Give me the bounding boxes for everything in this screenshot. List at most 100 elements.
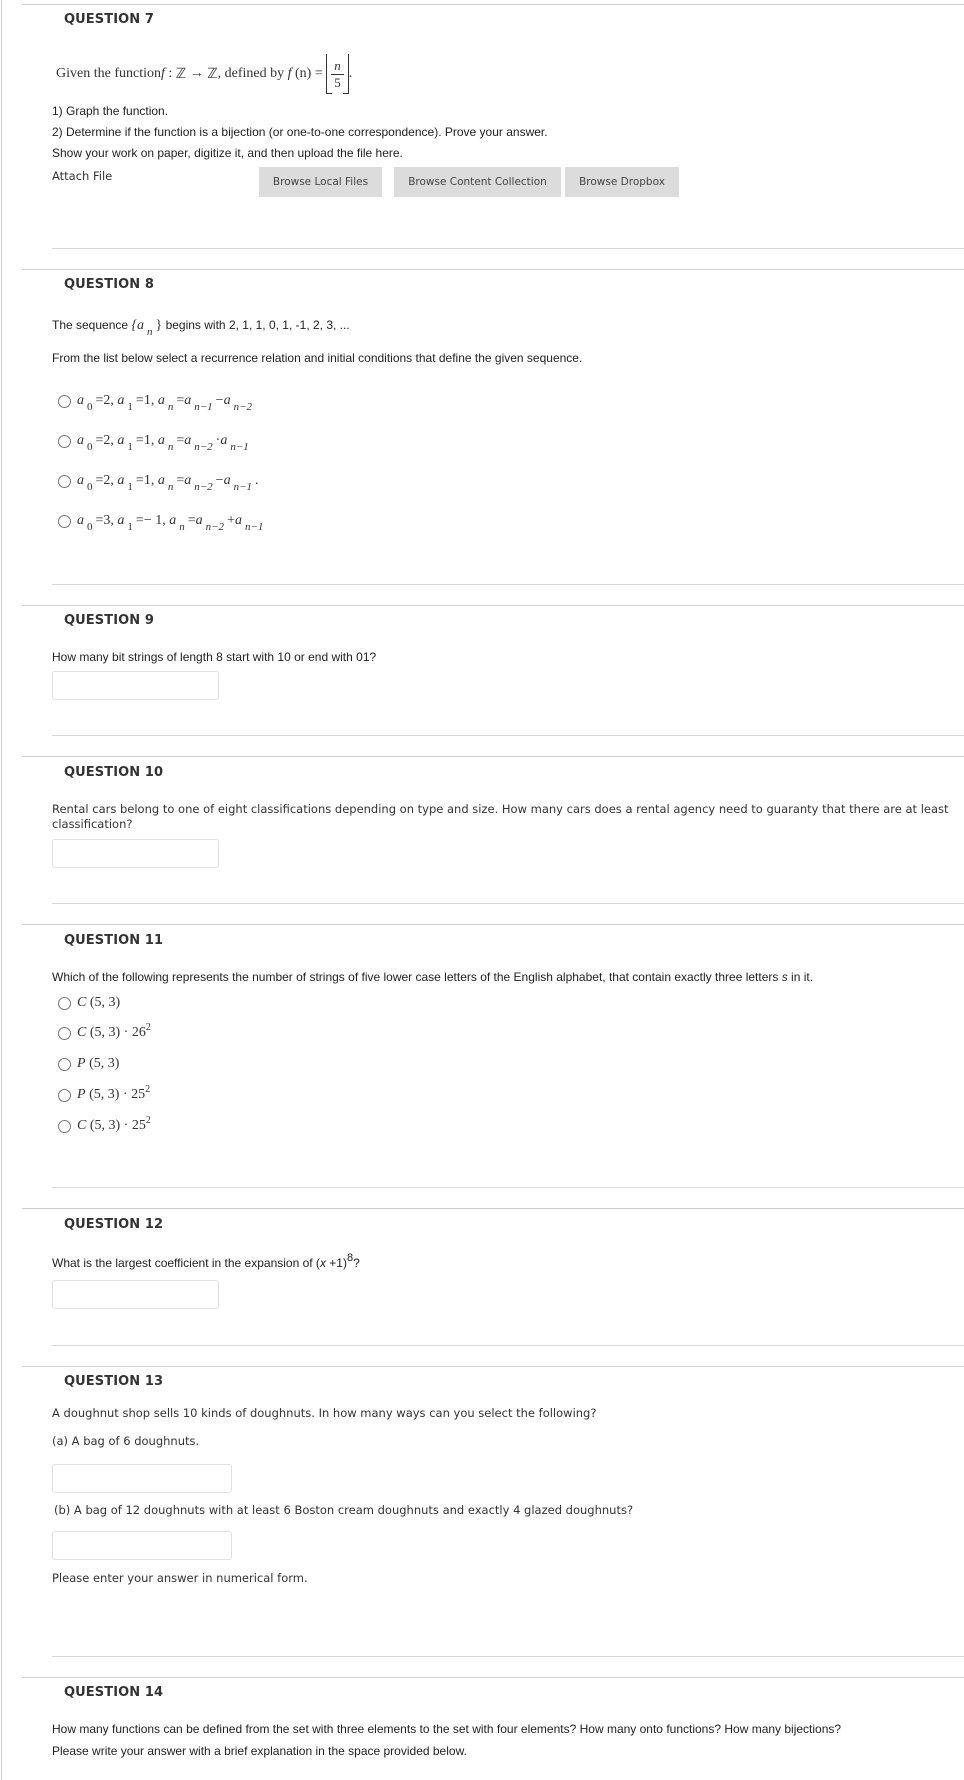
question-divider [22, 756, 964, 757]
radio-button[interactable] [58, 996, 71, 1010]
question-7-line-1: 1) Graph the function. [52, 104, 169, 118]
math-term: a [77, 433, 84, 448]
math-equals: = [95, 393, 104, 408]
math-operator: · [120, 1025, 132, 1040]
math-subscript: 1 [127, 441, 133, 453]
math-term: a [117, 513, 125, 528]
answer-option[interactable]: P (5, 3) [58, 1056, 119, 1072]
math-term: a [169, 513, 177, 528]
question-13-part-b: (b) A bag of 12 doughnuts with at least … [54, 1503, 634, 1517]
question-8-sequence: The sequence {a n} begins with 2, 1, 1, 0… [52, 318, 350, 338]
math-operator: + [227, 513, 235, 528]
math-args: (5, 3) [86, 1025, 121, 1040]
answer-option[interactable]: C (5, 3) [58, 995, 120, 1011]
question-divider [52, 1345, 964, 1346]
radio-button[interactable] [58, 1119, 71, 1133]
question-divider [22, 605, 964, 606]
math-function: P [77, 1056, 86, 1071]
recurrence-option[interactable]: a 0 = 2, a 1 = 1, a n = a n−1− a n−2 [58, 393, 255, 413]
math-term: a [77, 393, 84, 408]
math-subscript: n−1 [194, 401, 213, 413]
math-equals: = [176, 433, 185, 448]
recurrence-option[interactable]: a 0 = 2, a 1 = 1, a n = a n−2 · a n−1 [58, 433, 252, 453]
question-divider [52, 248, 964, 249]
math-term: a [184, 393, 192, 408]
math-term: a [77, 473, 84, 488]
question-divider [22, 1208, 964, 1209]
math-equals: = [135, 513, 144, 528]
radio-button[interactable] [58, 1088, 71, 1102]
math-operator: − [215, 473, 224, 488]
math-equals: = [135, 393, 144, 408]
fraction-denominator: 5 [334, 74, 341, 90]
question-10-answer-input[interactable] [52, 839, 219, 868]
math-base: 25 [131, 1087, 146, 1102]
fraction-numerator: n [331, 58, 344, 75]
math-comma: , [150, 473, 158, 488]
math-subscript: n−2 [205, 521, 225, 533]
question-13-part-a: (a) A bag of 6 doughnuts. [52, 1434, 200, 1448]
math-operator: − [215, 393, 224, 408]
initial-a0-value: 3 [103, 513, 111, 528]
question-11-title: QUESTION 11 [64, 933, 164, 948]
question-9-text: How many bit strings of length 8 start w… [52, 650, 377, 664]
radio-button[interactable] [58, 434, 71, 448]
math-term: a [157, 433, 165, 448]
math-comma: , [110, 513, 118, 528]
math-equals: = [95, 433, 104, 448]
question-divider [22, 269, 964, 270]
math-term: a [184, 473, 192, 488]
radio-button[interactable] [58, 514, 71, 528]
math-term: a [184, 433, 192, 448]
answer-option[interactable]: P (5, 3) · 25 2 [58, 1084, 150, 1103]
recurrence-option[interactable]: a 0 = 3, a 1 = − 1, a n = a n−2 + a n−1 [58, 513, 266, 533]
radio-button[interactable] [58, 474, 71, 488]
math-subscript: 1 [127, 481, 133, 493]
math-subscript: n−1 [233, 481, 252, 493]
question-13-title: QUESTION 13 [64, 1374, 164, 1389]
question-12-answer-input[interactable] [52, 1280, 219, 1309]
math-equals: = [176, 393, 185, 408]
math-subscript: n [167, 441, 174, 453]
answer-option[interactable]: C (5, 3) · 25 2 [58, 1115, 151, 1134]
question-14-text-line-1: How many functions can be defined from t… [52, 1722, 842, 1736]
math-exponent: 2 [145, 1021, 151, 1033]
radio-button[interactable] [58, 1026, 71, 1040]
answer-option[interactable]: C (5, 3) · 26 2 [58, 1021, 151, 1041]
browse-content-collection-button[interactable]: Browse Content Collection [394, 167, 561, 197]
math-base: 25 [131, 1118, 146, 1133]
math-equals: = [135, 473, 144, 488]
math-subscript: n−1 [244, 521, 264, 533]
question-10-title: QUESTION 10 [64, 765, 164, 780]
math-subscript: 0 [87, 401, 93, 413]
math-comma: , [110, 393, 118, 408]
question-13-part-b-answer-input[interactable] [52, 1531, 232, 1560]
math-operator: · [120, 1118, 132, 1133]
math-codomain: ℤ [207, 66, 218, 82]
question-8-instruction: From the list below select a recurrence … [52, 351, 583, 365]
prompt-text: ? [353, 1256, 360, 1270]
radio-button[interactable] [58, 394, 71, 408]
math-term: a [117, 393, 125, 408]
question-divider [22, 1677, 964, 1678]
math-comma: , [150, 393, 158, 408]
question-7-line-3: Show your work on paper, digitize it, an… [52, 146, 403, 160]
question-13-part-a-answer-input[interactable] [52, 1464, 232, 1493]
math-func-arg: (n) = [291, 66, 327, 81]
math-subscript: n−2 [233, 401, 252, 413]
floor-fraction: n 5 [326, 54, 349, 94]
math-term: a [157, 393, 165, 408]
browse-dropbox-button[interactable]: Browse Dropbox [565, 167, 679, 197]
initial-a0-value: 2 [103, 393, 111, 408]
browse-local-files-button[interactable]: Browse Local Files [259, 167, 382, 197]
recurrence-option[interactable]: a 0 = 2, a 1 = 1, a n = a n−2− a n−1. [58, 473, 259, 493]
math-subscript: 0 [87, 441, 93, 453]
initial-a1-value: − 1 [143, 513, 163, 528]
math-subscript: 1 [127, 401, 133, 413]
math-args: (5, 3) [85, 1056, 120, 1071]
question-12-text: What is the largest coefficient in the e… [52, 1252, 360, 1270]
radio-button[interactable] [58, 1057, 71, 1071]
question-9-answer-input[interactable] [52, 671, 219, 700]
math-term: a [234, 513, 242, 528]
math-term: a [195, 513, 203, 528]
